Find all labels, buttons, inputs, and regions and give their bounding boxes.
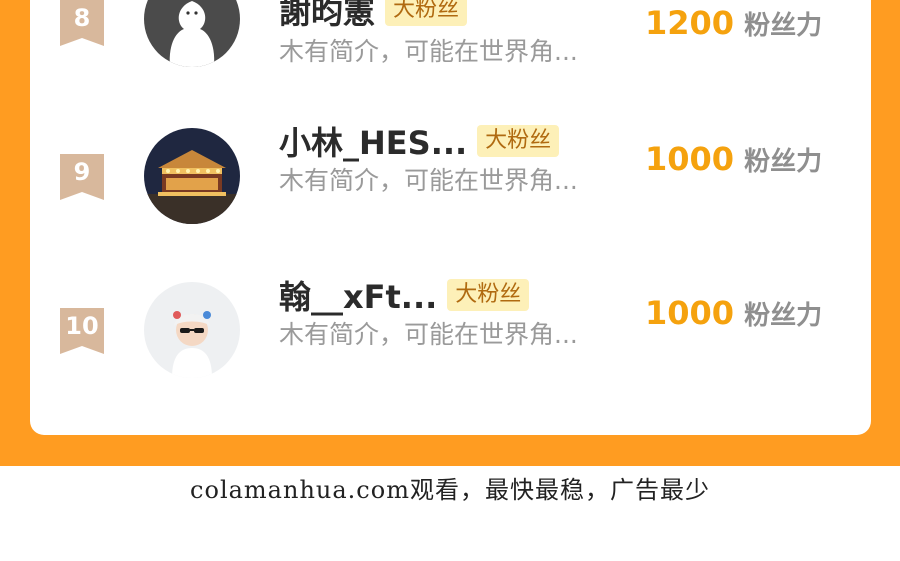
site-watermark: colamanhua.com观看，最快最稳，广告最少 bbox=[190, 476, 710, 504]
avatar[interactable] bbox=[144, 282, 240, 378]
user-name[interactable]: 謝昀憲 bbox=[279, 0, 375, 33]
rank-number: 10 bbox=[65, 312, 99, 340]
ranking-card: 8 謝昀憲 大粉丝 木有简介，可能在世界角... 1200 粉丝力 9 小林_H… bbox=[30, 0, 871, 435]
fan-power: 1200 粉丝力 bbox=[645, 4, 822, 42]
ranking-row[interactable]: 9 小林_HES... 大粉丝 木有简介，可能在世界角... 1000 粉丝力 bbox=[30, 124, 871, 230]
fan-power-unit: 粉丝力 bbox=[744, 11, 823, 41]
user-bio: 木有简介，可能在世界角... bbox=[279, 37, 578, 66]
fan-level-badge: 大粉丝 bbox=[477, 125, 560, 157]
fan-power-unit: 粉丝力 bbox=[744, 301, 823, 331]
fan-power: 1000 粉丝力 bbox=[645, 294, 822, 332]
rank-badge-icon: 8 bbox=[60, 0, 104, 46]
fan-level-badge: 大粉丝 bbox=[447, 279, 530, 311]
avatar[interactable] bbox=[144, 0, 240, 67]
rank-number: 8 bbox=[73, 4, 91, 32]
user-bio: 木有简介，可能在世界角... bbox=[279, 166, 578, 195]
fan-power-value: 1000 bbox=[645, 140, 735, 178]
avatar[interactable] bbox=[144, 128, 240, 224]
fan-power-value: 1200 bbox=[645, 4, 735, 42]
fan-level-badge: 大粉丝 bbox=[385, 0, 468, 26]
rank-number: 9 bbox=[73, 158, 91, 186]
fan-power-value: 1000 bbox=[645, 294, 735, 332]
rank-badge-icon: 10 bbox=[60, 308, 104, 354]
user-name[interactable]: 小林_HES... bbox=[279, 118, 467, 164]
ranking-row[interactable]: 10 翰__xFt... 大粉丝 木有简介，可能在世界角... 1000 粉丝力 bbox=[30, 278, 871, 384]
rank-badge-icon: 9 bbox=[60, 154, 104, 200]
user-name[interactable]: 翰__xFt... bbox=[279, 272, 437, 318]
fan-power: 1000 粉丝力 bbox=[645, 140, 822, 178]
fan-power-unit: 粉丝力 bbox=[744, 147, 823, 177]
ranking-row[interactable]: 8 謝昀憲 大粉丝 木有简介，可能在世界角... 1200 粉丝力 bbox=[30, 0, 871, 80]
user-bio: 木有简介，可能在世界角... bbox=[279, 320, 578, 349]
